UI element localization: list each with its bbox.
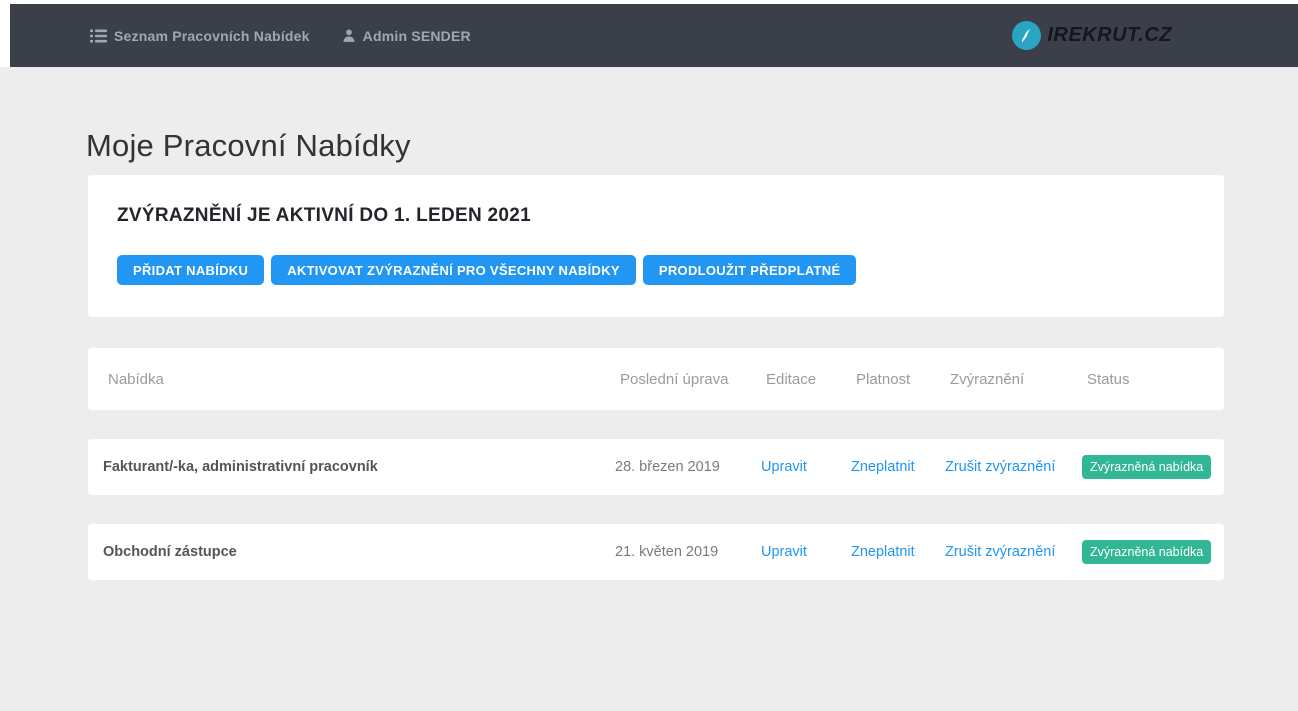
table-row: Obchodní zástupce 21. květen 2019 Upravi… bbox=[88, 524, 1224, 580]
column-header-last-update: Poslední úprava bbox=[615, 371, 761, 388]
invalidate-link[interactable]: Zneplatnit bbox=[851, 459, 945, 475]
edit-link[interactable]: Upravit bbox=[761, 459, 851, 475]
table-header: Nabídka Poslední úprava Editace Platnost… bbox=[88, 348, 1224, 410]
brand-name: IREKRUT.CZ bbox=[1047, 24, 1172, 47]
column-header-status: Status bbox=[1082, 371, 1209, 388]
page-title: Moje Pracovní Nabídky bbox=[86, 128, 1224, 164]
offer-last-update: 21. květen 2019 bbox=[615, 544, 761, 560]
edit-link[interactable]: Upravit bbox=[761, 544, 851, 560]
cancel-highlight-link[interactable]: Zrušit zvýraznění bbox=[945, 459, 1082, 475]
navbar-menu: Seznam Pracovních Nabídek Admin SENDER bbox=[90, 28, 471, 44]
offer-name: Obchodní zástupce bbox=[103, 544, 615, 560]
status-cell: Zvýrazněná nabídka bbox=[1082, 540, 1209, 564]
brand-logo[interactable]: IREKRUT.CZ bbox=[1012, 21, 1172, 50]
nav-item-job-offers-list[interactable]: Seznam Pracovních Nabídek bbox=[90, 28, 310, 44]
invalidate-link[interactable]: Zneplatnit bbox=[851, 544, 945, 560]
list-icon bbox=[90, 29, 107, 43]
feather-icon bbox=[1012, 21, 1041, 50]
subscription-heading: ZVÝRAZNĚNÍ JE AKTIVNÍ DO 1. LEDEN 2021 bbox=[117, 205, 1194, 227]
nav-item-label: Admin SENDER bbox=[363, 28, 471, 44]
column-header-offer: Nabídka bbox=[103, 371, 615, 388]
offer-name: Fakturant/-ka, administrativní pracovník bbox=[103, 459, 615, 475]
column-header-edit: Editace bbox=[761, 371, 851, 388]
extend-subscription-button[interactable]: PRODLOUŽIT PŘEDPLATNÉ bbox=[643, 255, 857, 285]
activate-highlight-all-button[interactable]: AKTIVOVAT ZVÝRAZNĚNÍ PRO VŠECHNY NABÍDKY bbox=[271, 255, 636, 285]
cancel-highlight-link[interactable]: Zrušit zvýraznění bbox=[945, 544, 1082, 560]
offer-last-update: 28. březen 2019 bbox=[615, 459, 761, 475]
status-badge: Zvýrazněná nabídka bbox=[1082, 455, 1211, 479]
top-navbar: Seznam Pracovních Nabídek Admin SENDER I… bbox=[10, 4, 1298, 67]
status-badge: Zvýrazněná nabídka bbox=[1082, 540, 1211, 564]
column-header-validity: Platnost bbox=[851, 371, 945, 388]
status-cell: Zvýrazněná nabídka bbox=[1082, 455, 1209, 479]
nav-item-admin-user[interactable]: Admin SENDER bbox=[342, 28, 471, 44]
user-icon bbox=[342, 28, 356, 43]
table-row: Fakturant/-ka, administrativní pracovník… bbox=[88, 439, 1224, 495]
add-offer-button[interactable]: PŘIDAT NABÍDKU bbox=[117, 255, 264, 285]
subscription-card: ZVÝRAZNĚNÍ JE AKTIVNÍ DO 1. LEDEN 2021 P… bbox=[88, 175, 1224, 317]
column-header-highlight: Zvýraznění bbox=[945, 371, 1082, 388]
action-buttons: PŘIDAT NABÍDKU AKTIVOVAT ZVÝRAZNĚNÍ PRO … bbox=[117, 255, 1194, 285]
nav-item-label: Seznam Pracovních Nabídek bbox=[114, 28, 310, 44]
main-area: Moje Pracovní Nabídky ZVÝRAZNĚNÍ JE AKTI… bbox=[0, 67, 1298, 711]
